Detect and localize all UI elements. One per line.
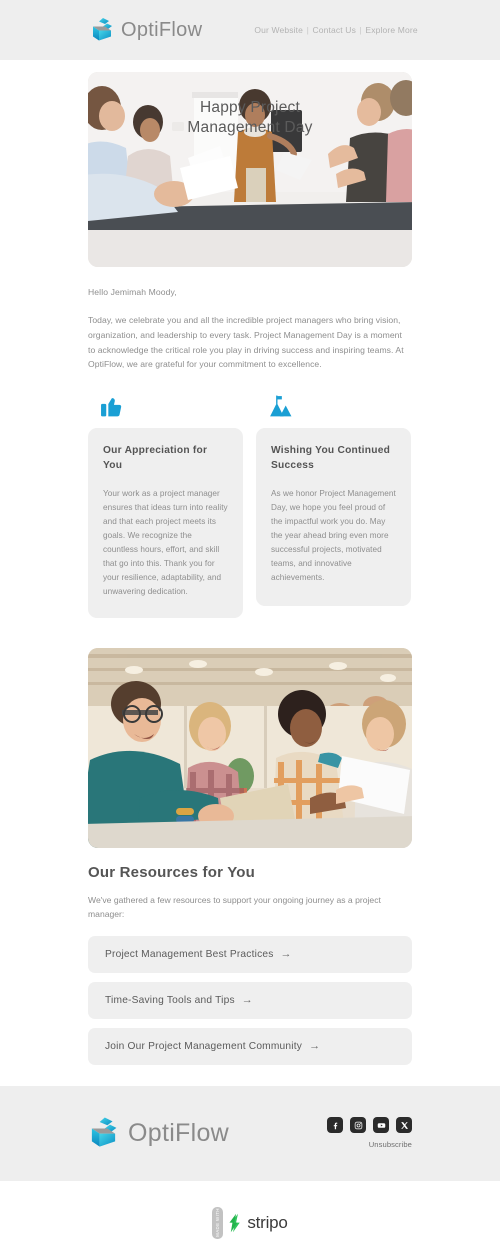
footer-brand[interactable]: OptiFlow (88, 1116, 229, 1150)
instagram-icon (354, 1121, 362, 1130)
x-twitter-icon (400, 1121, 408, 1129)
card-icon-wrap-2 (256, 394, 411, 420)
social-link-instagram[interactable] (350, 1117, 366, 1134)
hero-image: Happy Project Management Day (88, 72, 412, 267)
card-appreciation: Our Appreciation for You Your work as a … (88, 394, 243, 618)
nav-link-our-website[interactable]: Our Website (254, 25, 303, 35)
card-title-1: Our Appreciation for You (103, 445, 208, 471)
email-footer: OptiFlow Unsubscribe (0, 1085, 500, 1181)
social-link-youtube[interactable] (373, 1117, 389, 1134)
card-success: Wishing You Continued Success As we hono… (256, 394, 411, 617)
facebook-icon (333, 1122, 337, 1130)
resource-label-3: Join Our Project Management Community (105, 1040, 303, 1052)
card-icon-wrap-1 (88, 394, 243, 420)
resources-list: Project Management Best Practices → Time… (88, 935, 412, 1065)
card-text-1: Your work as a project manager ensures t… (103, 488, 228, 597)
optiflow-logo-icon (93, 18, 112, 41)
header-brand[interactable]: OptiFlow (90, 17, 202, 43)
resource-label-2: Time-Saving Tools and Tips (105, 994, 235, 1006)
header-brand-name: OptiFlow (121, 18, 203, 41)
stripo-badge[interactable]: MADE WITH stripo (212, 1206, 288, 1239)
optiflow-logo-icon-footer (91, 1117, 117, 1147)
arrow-right-icon-3: → (309, 1040, 321, 1053)
made-with-tag: MADE WITH (212, 1206, 224, 1239)
stripo-attribution-bar: MADE WITH stripo (0, 1180, 500, 1260)
card-box-2: Wishing You Continued Success As we hono… (256, 428, 411, 607)
footer-brand-name: OptiFlow (128, 1118, 230, 1147)
email-body: OptiFlow Our Website | Contact Us | Expl… (0, 0, 500, 1260)
nav-link-explore-more[interactable]: Explore More (365, 25, 417, 35)
stripo-wordmark: stripo (247, 1212, 288, 1232)
card-title-2: Wishing You Continued Success (271, 445, 391, 471)
email-content: Happy Project Management Day Hello Jemim… (0, 72, 500, 1065)
stripo-mark-icon (229, 1213, 241, 1232)
resource-link-time-saving-tools[interactable]: Time-Saving Tools and Tips → (88, 981, 412, 1019)
social-link-facebook[interactable] (327, 1117, 343, 1134)
appreciation-cards: Our Appreciation for You Your work as a … (88, 394, 412, 618)
social-link-x-twitter[interactable] (396, 1117, 412, 1134)
resources-subtitle: We've gathered a few resources to suppor… (88, 894, 381, 920)
hero-title-line2: Management Day (187, 119, 313, 137)
youtube-icon (377, 1123, 385, 1128)
arrow-right-icon-2: → (241, 994, 253, 1007)
nav-separator-2: | (359, 25, 362, 35)
resource-label-1: Project Management Best Practices (105, 948, 274, 960)
footer-right: Unsubscribe (327, 1117, 412, 1149)
resources-heading: Our Resources for You (88, 863, 256, 881)
greeting-text: Hello Jemimah Moody, (88, 287, 177, 297)
hero-title: Happy Project Management Day (88, 98, 412, 139)
intro-paragraph: Today, we celebrate you and all the incr… (88, 315, 404, 370)
team-photo-illustration (88, 647, 412, 848)
resource-link-best-practices[interactable]: Project Management Best Practices → (88, 935, 412, 973)
arrow-right-icon-1: → (280, 948, 292, 961)
nav-separator-1: | (306, 25, 309, 35)
hero-title-line1: Happy Project (200, 99, 300, 116)
thumbs-up-icon (101, 398, 122, 417)
social-links (327, 1117, 412, 1134)
header-nav: Our Website | Contact Us | Explore More (254, 25, 417, 35)
made-with-text: MADE WITH (215, 1208, 221, 1238)
card-text-2: As we honor Project Management Day, we h… (271, 488, 396, 583)
nav-link-contact-us[interactable]: Contact Us (312, 25, 356, 35)
resource-link-community[interactable]: Join Our Project Management Community → (88, 1027, 412, 1065)
card-box-1: Our Appreciation for You Your work as a … (88, 428, 243, 618)
mountain-flag-icon (270, 395, 292, 417)
stripo-logo: stripo (227, 1212, 288, 1233)
team-photo (88, 647, 412, 848)
unsubscribe-link[interactable]: Unsubscribe (369, 1140, 412, 1149)
email-header: OptiFlow Our Website | Contact Us | Expl… (0, 0, 500, 60)
